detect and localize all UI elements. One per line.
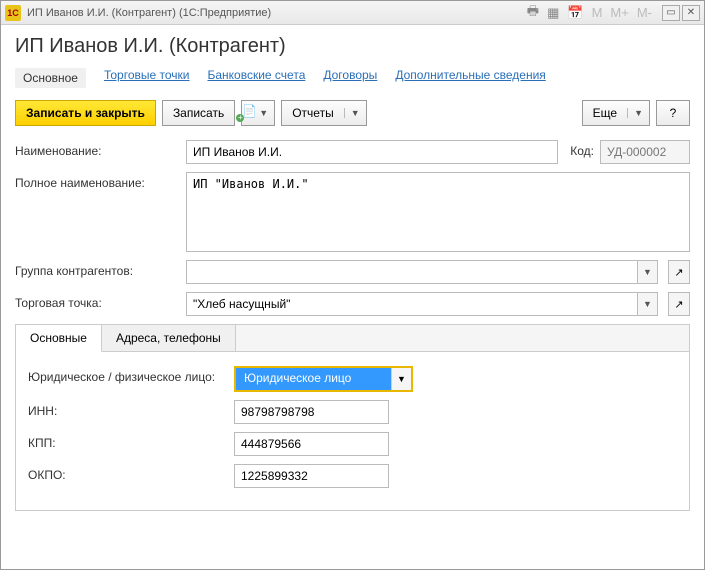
chevron-down-icon[interactable]: ▼ (638, 292, 658, 316)
nav-outlets[interactable]: Торговые точки (104, 68, 190, 88)
chevron-down-icon[interactable]: ▼ (638, 260, 658, 284)
name-label: Наименование: (15, 140, 180, 158)
grid-icon[interactable]: ▦ (547, 5, 559, 21)
inn-input[interactable] (234, 400, 389, 424)
content: ИП Иванов И.И. (Контрагент) Основное Тор… (1, 25, 704, 569)
minimize-button[interactable]: ▭ (662, 5, 680, 21)
nav-links: Основное Торговые точки Банковские счета… (15, 68, 690, 88)
title-icons: 🖶 ▦ 📅 M M+ M- (527, 2, 652, 24)
m-icon[interactable]: M (592, 5, 603, 20)
tab-addresses[interactable]: Адреса, телефоны (102, 325, 236, 352)
print-icon[interactable]: 🖶 (527, 2, 539, 24)
outlet-select[interactable] (186, 292, 638, 316)
kpp-input[interactable] (234, 432, 389, 456)
nav-main[interactable]: Основное (15, 68, 86, 88)
create-based-on-button[interactable]: ▼ (241, 100, 275, 126)
kpp-label: КПП: (28, 432, 228, 450)
calendar-icon[interactable]: 📅 (567, 5, 583, 21)
nav-contracts[interactable]: Договоры (323, 68, 377, 88)
save-close-button[interactable]: Записать и закрыть (15, 100, 156, 126)
outlet-label: Торговая точка: (15, 292, 180, 310)
person-type-select[interactable]: Юридическое лицо ▼ (234, 366, 413, 392)
detail-tabs: Основные Адреса, телефоны Юридическое / … (15, 324, 690, 511)
save-button[interactable]: Записать (162, 100, 235, 126)
name-input[interactable] (186, 140, 558, 164)
okpo-label: ОКПО: (28, 464, 228, 482)
code-label: Код: (570, 140, 594, 158)
group-label: Группа контрагентов: (15, 260, 180, 278)
tab-main[interactable]: Основные (16, 325, 102, 352)
group-select[interactable] (186, 260, 638, 284)
chevron-down-icon[interactable]: ▼ (391, 368, 411, 390)
window-title: ИП Иванов И.И. (Контрагент) (1С:Предприя… (27, 7, 527, 19)
help-button[interactable]: ? (656, 100, 690, 126)
app-window: 1C ИП Иванов И.И. (Контрагент) (1С:Предп… (0, 0, 705, 570)
okpo-input[interactable] (234, 464, 389, 488)
code-input (600, 140, 690, 164)
nav-extra[interactable]: Дополнительные сведения (395, 68, 545, 88)
more-button[interactable]: Еще ▼ (582, 100, 650, 126)
titlebar: 1C ИП Иванов И.И. (Контрагент) (1С:Предп… (1, 1, 704, 25)
person-type-label: Юридическое / физическое лицо: (28, 366, 228, 384)
fullname-input[interactable]: ИП "Иванов И.И." (186, 172, 690, 252)
open-external-button[interactable]: ↗ (668, 260, 690, 284)
chevron-down-icon: ▼ (344, 108, 366, 118)
close-button[interactable]: ✕ (682, 5, 700, 21)
m-plus-icon[interactable]: M+ (610, 5, 628, 20)
inn-label: ИНН: (28, 400, 228, 418)
reports-button[interactable]: Отчеты ▼ (281, 100, 366, 126)
nav-accounts[interactable]: Банковские счета (208, 68, 306, 88)
m-minus-icon[interactable]: M- (637, 5, 652, 20)
fullname-label: Полное наименование: (15, 172, 180, 190)
app-logo-icon: 1C (5, 5, 21, 21)
open-external-button[interactable]: ↗ (668, 292, 690, 316)
chevron-down-icon: ▼ (627, 108, 649, 118)
page-title: ИП Иванов И.И. (Контрагент) (15, 35, 690, 58)
toolbar: Записать и закрыть Записать ▼ Отчеты ▼ Е… (15, 100, 690, 126)
person-type-value: Юридическое лицо (236, 368, 391, 390)
